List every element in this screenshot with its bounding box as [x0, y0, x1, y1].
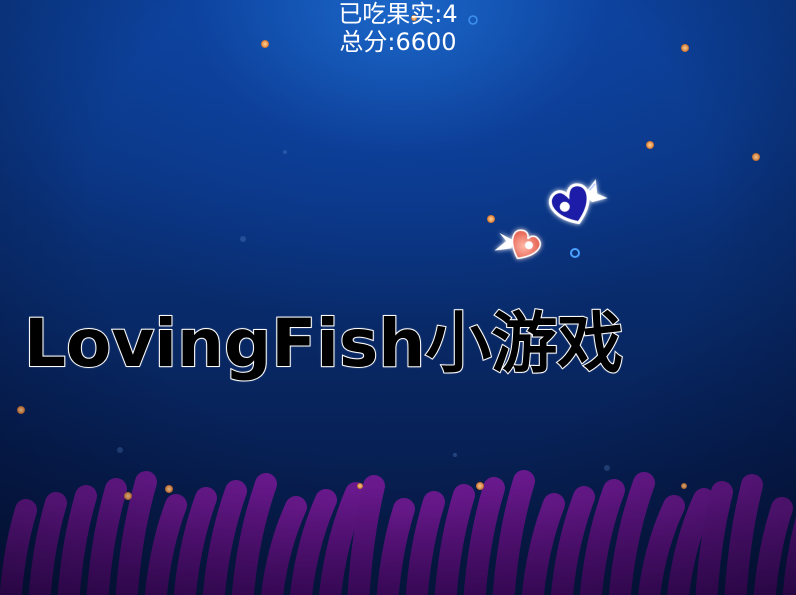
fruits-eaten-counter: 已吃果实:4 — [338, 0, 458, 28]
fish-layer — [494, 179, 608, 260]
baby-fish — [494, 229, 542, 260]
game-canvas[interactable]: 已吃果实:4 总分:6600 LovingFish小游戏 — [0, 0, 796, 595]
game-title: LovingFish小游戏 — [23, 304, 624, 383]
hud: 已吃果实:4 总分:6600 — [0, 0, 796, 56]
mom-fish — [548, 179, 608, 225]
baby-fish-tail — [494, 232, 514, 251]
score-counter: 总分:6600 — [339, 28, 457, 56]
